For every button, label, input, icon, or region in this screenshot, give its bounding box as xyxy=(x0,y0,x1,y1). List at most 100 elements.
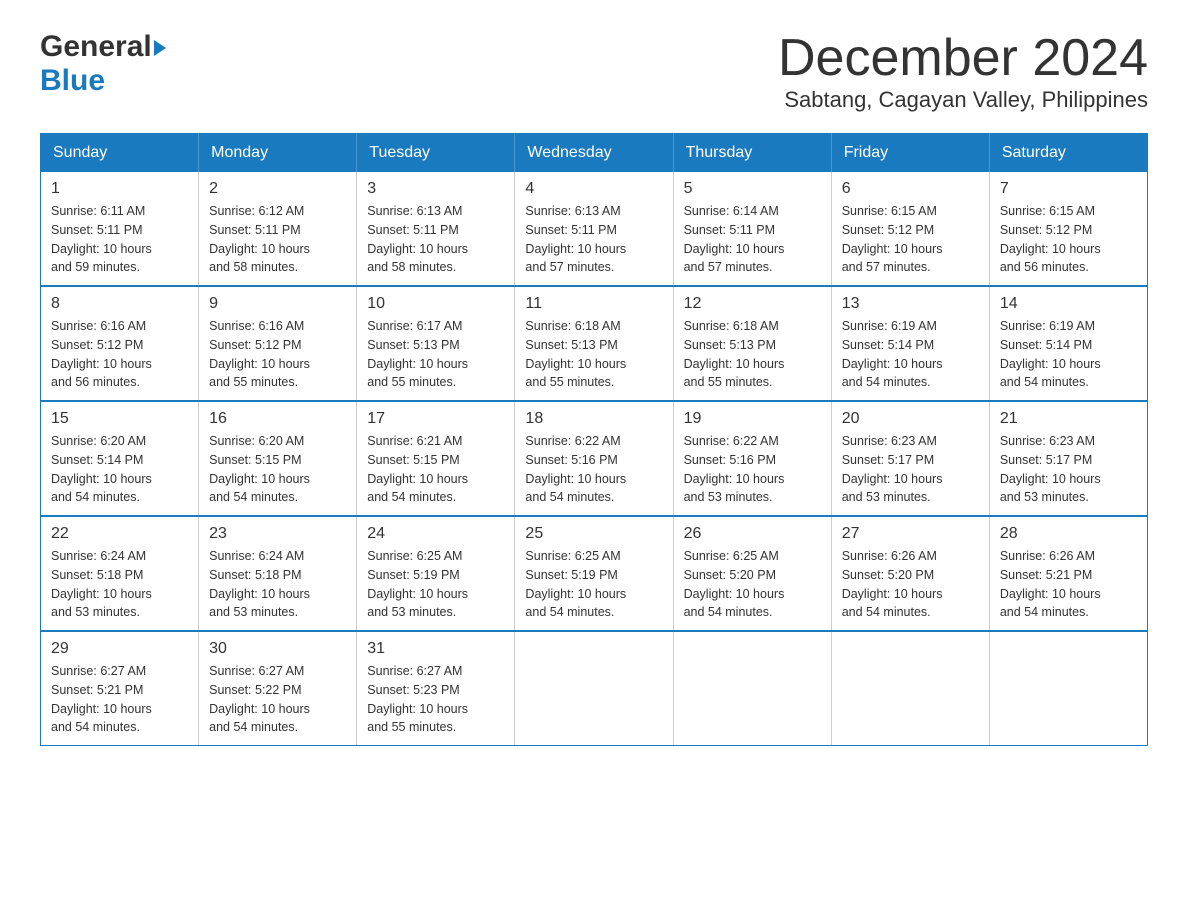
day-number: 30 xyxy=(209,640,346,658)
day-number: 17 xyxy=(367,410,504,428)
calendar-day-cell: 27 Sunrise: 6:26 AMSunset: 5:20 PMDaylig… xyxy=(831,516,989,631)
calendar-day-cell: 1 Sunrise: 6:11 AMSunset: 5:11 PMDayligh… xyxy=(41,172,199,286)
calendar-day-cell: 24 Sunrise: 6:25 AMSunset: 5:19 PMDaylig… xyxy=(357,516,515,631)
day-number: 9 xyxy=(209,295,346,313)
logo-triangle-icon xyxy=(154,40,166,56)
day-info: Sunrise: 6:22 AMSunset: 5:16 PMDaylight:… xyxy=(684,434,785,504)
day-number: 3 xyxy=(367,180,504,198)
day-of-week-header: Saturday xyxy=(989,134,1147,173)
calendar-day-cell: 16 Sunrise: 6:20 AMSunset: 5:15 PMDaylig… xyxy=(199,401,357,516)
calendar-day-cell xyxy=(515,631,673,746)
day-number: 11 xyxy=(525,295,662,313)
calendar-week-row: 22 Sunrise: 6:24 AMSunset: 5:18 PMDaylig… xyxy=(41,516,1148,631)
calendar-week-row: 8 Sunrise: 6:16 AMSunset: 5:12 PMDayligh… xyxy=(41,286,1148,401)
day-info: Sunrise: 6:13 AMSunset: 5:11 PMDaylight:… xyxy=(367,204,468,274)
day-info: Sunrise: 6:11 AMSunset: 5:11 PMDaylight:… xyxy=(51,204,152,274)
day-info: Sunrise: 6:26 AMSunset: 5:21 PMDaylight:… xyxy=(1000,549,1101,619)
title-section: December 2024 Sabtang, Cagayan Valley, P… xyxy=(778,30,1148,113)
day-info: Sunrise: 6:20 AMSunset: 5:15 PMDaylight:… xyxy=(209,434,310,504)
day-of-week-header: Tuesday xyxy=(357,134,515,173)
day-info: Sunrise: 6:17 AMSunset: 5:13 PMDaylight:… xyxy=(367,319,468,389)
day-number: 5 xyxy=(684,180,821,198)
calendar-subtitle: Sabtang, Cagayan Valley, Philippines xyxy=(778,87,1148,113)
day-info: Sunrise: 6:24 AMSunset: 5:18 PMDaylight:… xyxy=(209,549,310,619)
calendar-day-cell: 11 Sunrise: 6:18 AMSunset: 5:13 PMDaylig… xyxy=(515,286,673,401)
day-number: 31 xyxy=(367,640,504,658)
day-info: Sunrise: 6:24 AMSunset: 5:18 PMDaylight:… xyxy=(51,549,152,619)
day-info: Sunrise: 6:20 AMSunset: 5:14 PMDaylight:… xyxy=(51,434,152,504)
calendar-day-cell: 15 Sunrise: 6:20 AMSunset: 5:14 PMDaylig… xyxy=(41,401,199,516)
day-number: 21 xyxy=(1000,410,1137,428)
day-info: Sunrise: 6:27 AMSunset: 5:21 PMDaylight:… xyxy=(51,664,152,734)
day-info: Sunrise: 6:18 AMSunset: 5:13 PMDaylight:… xyxy=(525,319,626,389)
calendar-day-cell: 4 Sunrise: 6:13 AMSunset: 5:11 PMDayligh… xyxy=(515,172,673,286)
day-info: Sunrise: 6:16 AMSunset: 5:12 PMDaylight:… xyxy=(51,319,152,389)
calendar-week-row: 1 Sunrise: 6:11 AMSunset: 5:11 PMDayligh… xyxy=(41,172,1148,286)
day-info: Sunrise: 6:23 AMSunset: 5:17 PMDaylight:… xyxy=(1000,434,1101,504)
day-info: Sunrise: 6:22 AMSunset: 5:16 PMDaylight:… xyxy=(525,434,626,504)
calendar-day-cell: 2 Sunrise: 6:12 AMSunset: 5:11 PMDayligh… xyxy=(199,172,357,286)
calendar-header-row: SundayMondayTuesdayWednesdayThursdayFrid… xyxy=(41,134,1148,173)
day-number: 20 xyxy=(842,410,979,428)
calendar-day-cell: 19 Sunrise: 6:22 AMSunset: 5:16 PMDaylig… xyxy=(673,401,831,516)
day-number: 27 xyxy=(842,525,979,543)
calendar-day-cell: 18 Sunrise: 6:22 AMSunset: 5:16 PMDaylig… xyxy=(515,401,673,516)
day-number: 4 xyxy=(525,180,662,198)
day-info: Sunrise: 6:25 AMSunset: 5:20 PMDaylight:… xyxy=(684,549,785,619)
day-info: Sunrise: 6:15 AMSunset: 5:12 PMDaylight:… xyxy=(1000,204,1101,274)
day-number: 18 xyxy=(525,410,662,428)
day-info: Sunrise: 6:15 AMSunset: 5:12 PMDaylight:… xyxy=(842,204,943,274)
calendar-week-row: 15 Sunrise: 6:20 AMSunset: 5:14 PMDaylig… xyxy=(41,401,1148,516)
day-number: 7 xyxy=(1000,180,1137,198)
calendar-day-cell: 7 Sunrise: 6:15 AMSunset: 5:12 PMDayligh… xyxy=(989,172,1147,286)
day-number: 2 xyxy=(209,180,346,198)
day-info: Sunrise: 6:25 AMSunset: 5:19 PMDaylight:… xyxy=(525,549,626,619)
day-info: Sunrise: 6:19 AMSunset: 5:14 PMDaylight:… xyxy=(1000,319,1101,389)
calendar-day-cell: 22 Sunrise: 6:24 AMSunset: 5:18 PMDaylig… xyxy=(41,516,199,631)
logo: General Blue xyxy=(40,30,166,98)
calendar-day-cell xyxy=(831,631,989,746)
logo-blue-text: Blue xyxy=(40,64,105,98)
day-number: 1 xyxy=(51,180,188,198)
calendar-day-cell xyxy=(989,631,1147,746)
day-of-week-header: Wednesday xyxy=(515,134,673,173)
day-info: Sunrise: 6:27 AMSunset: 5:22 PMDaylight:… xyxy=(209,664,310,734)
day-of-week-header: Monday xyxy=(199,134,357,173)
day-number: 25 xyxy=(525,525,662,543)
calendar-day-cell: 6 Sunrise: 6:15 AMSunset: 5:12 PMDayligh… xyxy=(831,172,989,286)
day-number: 14 xyxy=(1000,295,1137,313)
calendar-day-cell: 3 Sunrise: 6:13 AMSunset: 5:11 PMDayligh… xyxy=(357,172,515,286)
day-number: 16 xyxy=(209,410,346,428)
calendar-day-cell: 29 Sunrise: 6:27 AMSunset: 5:21 PMDaylig… xyxy=(41,631,199,746)
calendar-day-cell: 14 Sunrise: 6:19 AMSunset: 5:14 PMDaylig… xyxy=(989,286,1147,401)
day-of-week-header: Sunday xyxy=(41,134,199,173)
day-info: Sunrise: 6:14 AMSunset: 5:11 PMDaylight:… xyxy=(684,204,785,274)
calendar-day-cell: 10 Sunrise: 6:17 AMSunset: 5:13 PMDaylig… xyxy=(357,286,515,401)
calendar-day-cell: 30 Sunrise: 6:27 AMSunset: 5:22 PMDaylig… xyxy=(199,631,357,746)
calendar-day-cell: 5 Sunrise: 6:14 AMSunset: 5:11 PMDayligh… xyxy=(673,172,831,286)
calendar-day-cell: 28 Sunrise: 6:26 AMSunset: 5:21 PMDaylig… xyxy=(989,516,1147,631)
day-number: 28 xyxy=(1000,525,1137,543)
day-info: Sunrise: 6:19 AMSunset: 5:14 PMDaylight:… xyxy=(842,319,943,389)
day-info: Sunrise: 6:18 AMSunset: 5:13 PMDaylight:… xyxy=(684,319,785,389)
day-number: 12 xyxy=(684,295,821,313)
calendar-day-cell: 26 Sunrise: 6:25 AMSunset: 5:20 PMDaylig… xyxy=(673,516,831,631)
logo-general-text: General xyxy=(40,30,152,64)
day-info: Sunrise: 6:23 AMSunset: 5:17 PMDaylight:… xyxy=(842,434,943,504)
day-of-week-header: Thursday xyxy=(673,134,831,173)
day-info: Sunrise: 6:25 AMSunset: 5:19 PMDaylight:… xyxy=(367,549,468,619)
calendar-day-cell: 12 Sunrise: 6:18 AMSunset: 5:13 PMDaylig… xyxy=(673,286,831,401)
day-info: Sunrise: 6:12 AMSunset: 5:11 PMDaylight:… xyxy=(209,204,310,274)
calendar-table: SundayMondayTuesdayWednesdayThursdayFrid… xyxy=(40,133,1148,746)
day-number: 13 xyxy=(842,295,979,313)
day-info: Sunrise: 6:13 AMSunset: 5:11 PMDaylight:… xyxy=(525,204,626,274)
calendar-day-cell: 13 Sunrise: 6:19 AMSunset: 5:14 PMDaylig… xyxy=(831,286,989,401)
day-number: 10 xyxy=(367,295,504,313)
day-number: 23 xyxy=(209,525,346,543)
calendar-day-cell: 23 Sunrise: 6:24 AMSunset: 5:18 PMDaylig… xyxy=(199,516,357,631)
calendar-day-cell: 9 Sunrise: 6:16 AMSunset: 5:12 PMDayligh… xyxy=(199,286,357,401)
calendar-day-cell: 8 Sunrise: 6:16 AMSunset: 5:12 PMDayligh… xyxy=(41,286,199,401)
calendar-day-cell: 21 Sunrise: 6:23 AMSunset: 5:17 PMDaylig… xyxy=(989,401,1147,516)
day-of-week-header: Friday xyxy=(831,134,989,173)
day-number: 24 xyxy=(367,525,504,543)
